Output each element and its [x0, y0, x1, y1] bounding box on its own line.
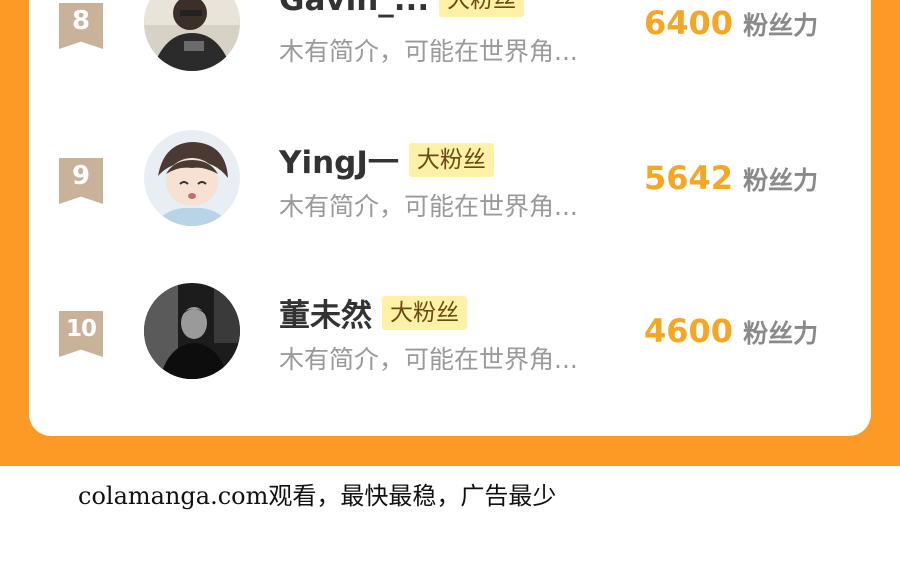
rank-number: 8 — [71, 6, 91, 36]
fan-power-unit: 粉丝力 — [743, 319, 819, 348]
ranking-row[interactable]: 10 董未然 大粉丝 木有简介，可能在世界角... 4600 粉丝力 — [29, 278, 871, 379]
rank-badge: 9 — [59, 158, 103, 204]
user-avatar-photo-icon — [144, 0, 240, 71]
user-avatar-illustration-icon — [144, 130, 240, 226]
user-avatar[interactable] — [144, 0, 240, 71]
fan-power-score: 4600 — [644, 312, 734, 350]
rank-badge: 10 — [59, 311, 103, 357]
fan-power-score: 6400 — [644, 4, 734, 42]
rank-number: 9 — [71, 161, 91, 191]
user-name[interactable]: 董未然 — [279, 290, 372, 335]
fan-level-tag: 大粉丝 — [382, 295, 467, 330]
user-name[interactable]: YingJ一 — [279, 137, 399, 182]
fan-power-score: 5642 — [644, 159, 734, 197]
name-line: Gavin_... 大粉丝 — [279, 0, 525, 18]
ranking-row[interactable]: 8 Gavin_... 大粉丝 木有简介，可能在世界角... 6400 粉丝力 — [29, 0, 871, 71]
name-line: 董未然 大粉丝 — [279, 290, 467, 335]
ranking-card: 8 Gavin_... 大粉丝 木有简介，可能在世界角... 6400 粉丝力 … — [29, 0, 871, 436]
rank-badge: 8 — [59, 3, 103, 49]
score-line: 5642 粉丝力 — [644, 159, 818, 197]
user-avatar[interactable] — [144, 283, 240, 379]
user-name[interactable]: Gavin_... — [279, 0, 429, 18]
user-avatar-photo-bw-icon — [144, 283, 240, 379]
fan-power-unit: 粉丝力 — [743, 166, 819, 195]
user-avatar[interactable] — [144, 130, 240, 226]
user-bio: 木有简介，可能在世界角... — [279, 192, 578, 221]
ranking-row[interactable]: 9 YingJ一 大粉丝 木有简介，可能在世界角... 5642 粉丝力 — [29, 125, 871, 226]
rank-number: 10 — [65, 316, 97, 342]
fan-power-unit: 粉丝力 — [743, 11, 819, 40]
name-line: YingJ一 大粉丝 — [279, 137, 494, 182]
score-line: 6400 粉丝力 — [644, 4, 818, 42]
fan-level-tag: 大粉丝 — [439, 0, 525, 17]
user-bio: 木有简介，可能在世界角... — [279, 345, 578, 374]
fan-level-tag: 大粉丝 — [408, 142, 494, 177]
score-line: 4600 粉丝力 — [644, 312, 818, 350]
user-bio: 木有简介，可能在世界角... — [279, 37, 578, 66]
site-watermark: colamanga.com观看，最快最稳，广告最少 — [78, 482, 557, 510]
